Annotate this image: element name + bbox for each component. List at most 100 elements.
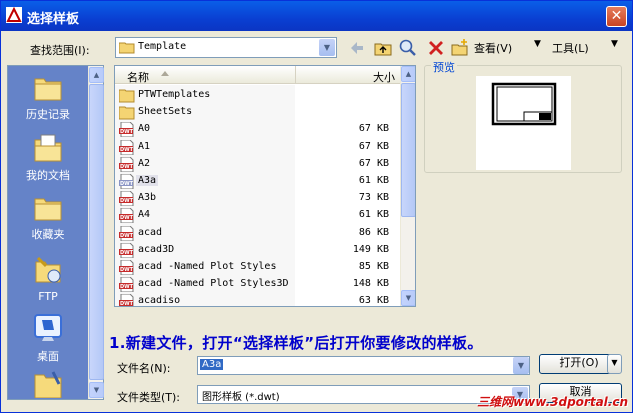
- file-name: acad -Named Plot Styles3D: [138, 278, 289, 290]
- place-history[interactable]: 历史记录: [8, 74, 88, 122]
- favorites-folder-icon: [34, 198, 62, 221]
- file-row[interactable]: DWT acad -Named Plot Styles3D 148 KB: [119, 276, 401, 293]
- tools-menu[interactable]: 工具(L): [552, 40, 589, 56]
- file-name: A2: [138, 157, 151, 169]
- preview-group: 预览: [424, 59, 622, 173]
- file-size: 67 KB: [358, 123, 389, 135]
- scroll-up-icon[interactable]: ▲: [401, 66, 415, 82]
- dwt-file-icon: DWT: [119, 208, 134, 224]
- filename-value: A3a: [200, 359, 224, 370]
- up-folder-icon[interactable]: [373, 38, 393, 58]
- file-name: PTWTemplates: [138, 89, 211, 100]
- dwt-file-icon: DWT: [119, 260, 134, 275]
- file-size: 67 KB: [358, 140, 389, 152]
- lookin-dropdown[interactable]: Template ▼: [115, 37, 337, 58]
- places-scrollbar[interactable]: ▲ ▼: [88, 66, 104, 399]
- place-ftp[interactable]: FTP: [8, 254, 88, 303]
- place-my-documents[interactable]: 我的文档: [8, 133, 88, 183]
- file-row[interactable]: DWT A3b 73 KB: [119, 190, 401, 207]
- places-scroll-thumb[interactable]: [89, 84, 104, 380]
- svg-text:DWT: DWT: [120, 301, 134, 307]
- file-list[interactable]: 名称 大小 PTWTemplates SheetSets DWT A0 67 KB DWT…: [114, 65, 416, 307]
- file-name: A3a: [136, 175, 159, 186]
- autocad-logo-icon: [6, 7, 22, 23]
- dwt-file-icon: DWT: [119, 174, 134, 189]
- dwt-file-icon: DWT: [119, 139, 134, 155]
- file-row[interactable]: DWT acad3D 149 KB: [119, 242, 401, 259]
- title-bar[interactable]: 选择样板 ✕: [1, 1, 632, 31]
- folder-icon: [34, 371, 62, 398]
- filename-input[interactable]: A3a ▼: [197, 356, 530, 375]
- place-desktop[interactable]: 桌面: [8, 312, 88, 364]
- svg-text:DWT: DWT: [120, 198, 134, 204]
- new-folder-icon[interactable]: [450, 38, 470, 58]
- file-name: A0: [138, 123, 151, 135]
- file-size: 148 KB: [352, 278, 389, 290]
- chevron-down-icon[interactable]: ▼: [319, 39, 335, 56]
- file-list-header: 名称 大小: [115, 66, 401, 84]
- file-row[interactable]: DWT A0 67 KB: [119, 121, 401, 138]
- ftp-icon: [35, 256, 61, 283]
- svg-text:DWT: DWT: [120, 215, 134, 221]
- close-button[interactable]: ✕: [606, 6, 627, 27]
- scroll-up-icon[interactable]: ▲: [89, 67, 104, 83]
- open-options-button[interactable]: ▼: [607, 354, 622, 374]
- file-name: acad: [138, 226, 163, 238]
- search-web-icon[interactable]: [398, 38, 418, 58]
- scroll-down-icon[interactable]: ▼: [89, 382, 104, 398]
- place-more[interactable]: [8, 370, 88, 402]
- file-name: A1: [138, 140, 151, 152]
- place-favorites[interactable]: 收藏夹: [8, 194, 88, 242]
- file-size: 63 KB: [358, 295, 389, 307]
- dwt-file-icon: DWT: [119, 242, 134, 258]
- file-row[interactable]: DWT A1 67 KB: [119, 139, 401, 156]
- svg-text:DWT: DWT: [120, 164, 134, 170]
- dwt-file-icon: DWT: [119, 122, 134, 138]
- scroll-down-icon[interactable]: ▼: [401, 290, 415, 306]
- file-name: A4: [138, 209, 151, 221]
- file-row[interactable]: PTWTemplates: [119, 87, 401, 104]
- select-template-dialog: 选择样板 ✕ 查找范围(I): Template ▼ 查看(V) ▼ 工具(L)…: [0, 0, 633, 413]
- file-row[interactable]: DWT acad 86 KB: [119, 225, 401, 242]
- file-row[interactable]: DWT acadiso 63 KB: [119, 293, 401, 307]
- dwt-file-icon: DWT: [119, 156, 134, 172]
- file-name: acad3D: [138, 243, 175, 255]
- file-name: acadiso: [138, 295, 181, 307]
- file-row[interactable]: DWT acad -Named Plot Styles 85 KB: [119, 259, 401, 276]
- file-list-scroll-thumb[interactable]: [401, 83, 415, 217]
- lookin-value: Template: [138, 41, 187, 52]
- svg-text:DWT: DWT: [120, 250, 134, 256]
- close-icon: ✕: [610, 8, 623, 24]
- back-arrow-icon[interactable]: [347, 38, 367, 58]
- desktop-icon: [34, 314, 62, 341]
- preview-image: [476, 76, 571, 170]
- file-name: SheetSets: [138, 106, 193, 118]
- chevron-down-icon: ▼: [611, 358, 618, 367]
- folder-icon: [119, 42, 135, 54]
- delete-icon[interactable]: [426, 38, 446, 58]
- column-size[interactable]: 大小: [295, 66, 401, 84]
- file-size: 61 KB: [358, 209, 389, 221]
- dwt-file-icon: DWT: [119, 294, 134, 307]
- file-row[interactable]: DWT A3a 61 KB: [119, 173, 401, 190]
- history-folder-icon: [34, 78, 62, 101]
- file-list-scrollbar[interactable]: ▲ ▼: [400, 66, 415, 306]
- file-row[interactable]: DWT A2 67 KB: [119, 156, 401, 173]
- file-size: 149 KB: [352, 243, 389, 255]
- svg-text:DWT: DWT: [120, 284, 134, 290]
- svg-text:DWT: DWT: [120, 267, 134, 273]
- watermark: 三维网www.3dportal.cn: [477, 395, 628, 409]
- view-menu[interactable]: 查看(V): [474, 40, 512, 56]
- file-name: acad -Named Plot Styles: [138, 261, 277, 272]
- view-dropdown-icon[interactable]: ▼: [534, 39, 541, 49]
- file-row[interactable]: SheetSets: [119, 104, 401, 121]
- instruction-text: 1.新建文件，打开“选择样板”后打开你要修改的样板。: [109, 334, 483, 352]
- column-name[interactable]: 名称: [127, 69, 149, 85]
- file-row[interactable]: DWT A4 61 KB: [119, 207, 401, 224]
- folder-icon: [119, 106, 135, 120]
- file-name: A3b: [138, 192, 157, 204]
- file-size: 73 KB: [358, 192, 389, 204]
- file-size: 67 KB: [358, 157, 389, 169]
- chevron-down-icon[interactable]: ▼: [513, 357, 529, 374]
- tools-dropdown-icon[interactable]: ▼: [611, 39, 618, 49]
